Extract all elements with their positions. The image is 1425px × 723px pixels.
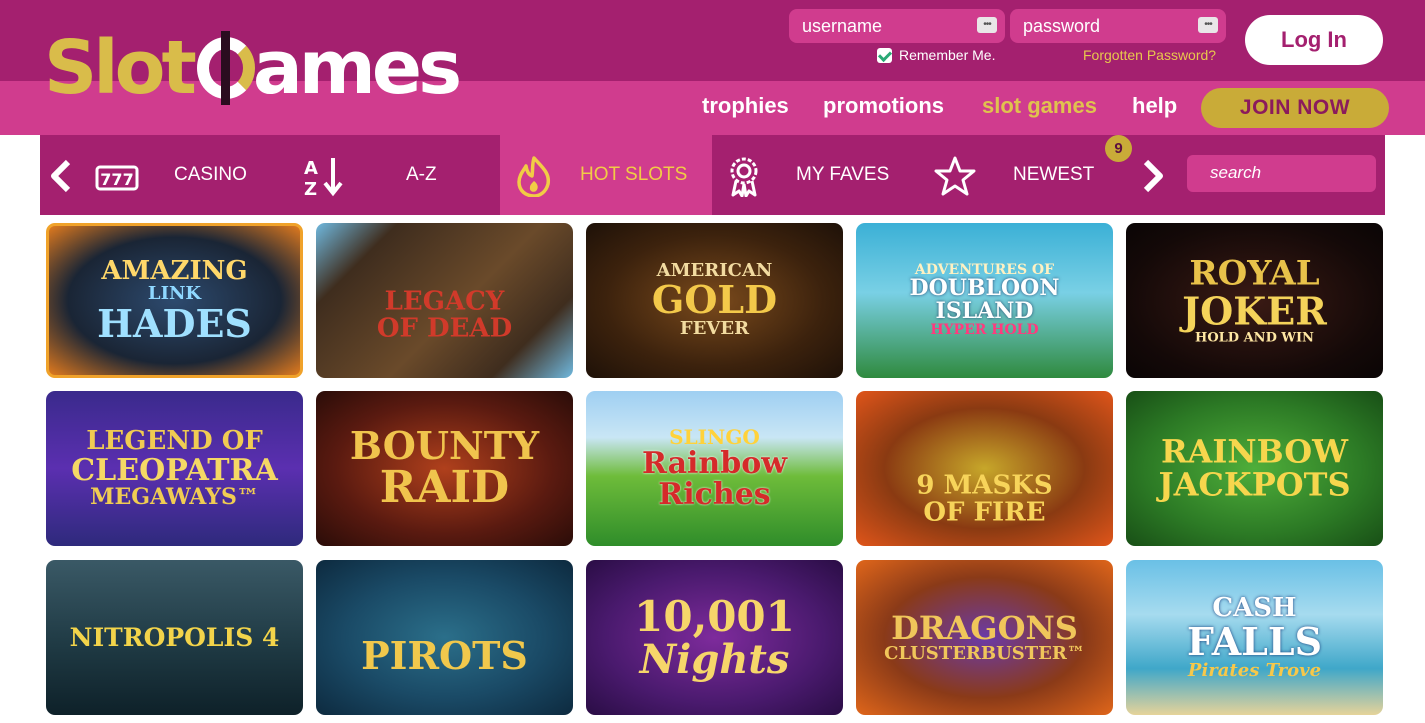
game-title-line2: CLEOPATRA — [71, 452, 278, 488]
search-placeholder: search — [1210, 163, 1262, 182]
logo-text-games: ames — [252, 25, 462, 111]
remember-checkbox[interactable] — [877, 47, 892, 63]
game-title-line2: JACKPOTS — [1158, 465, 1351, 504]
game-title-line1: 10,001 — [634, 591, 795, 641]
game-title-line2: RAID — [379, 462, 510, 514]
password-input[interactable]: password ••• — [1010, 9, 1226, 43]
logo-g-mark-icon — [196, 31, 255, 105]
game-tile-bounty-raid[interactable]: BOUNTY RAID — [316, 391, 573, 546]
category-a-z[interactable]: A-Z — [406, 164, 437, 186]
category-casino[interactable]: CASINO — [174, 164, 247, 186]
chevron-left-icon[interactable] — [48, 159, 74, 193]
nav-promotions[interactable]: promotions — [823, 93, 944, 119]
star-icon[interactable] — [933, 155, 977, 197]
game-tile-royal-joker[interactable]: ROYAL JOKER HOLD AND WIN — [1126, 223, 1383, 378]
game-tile-cash-falls[interactable]: CASH FALLS Pirates Trove — [1126, 560, 1383, 715]
game-title-line1: ROYAL — [1189, 252, 1320, 293]
game-title-line2: DOUBLOON ISLAND — [909, 275, 1060, 325]
game-title-line1: LEGEND OF — [86, 425, 263, 456]
logo-text-slot: Slot — [44, 25, 197, 111]
game-title-line1: CASH — [1212, 592, 1297, 623]
nav-trophies[interactable]: trophies — [702, 93, 789, 119]
game-title-line2: 9 MASKS — [916, 470, 1053, 501]
game-tile-rainbow-jackpots[interactable]: RAINBOW JACKPOTS — [1126, 391, 1383, 546]
login-button[interactable]: Log In — [1245, 15, 1383, 65]
remember-me[interactable]: Remember Me. — [877, 47, 995, 63]
password-manager-icon: ••• — [1198, 17, 1218, 33]
game-title-line2: GOLD — [651, 277, 778, 323]
game-title-line2: LEGACY — [384, 286, 505, 317]
game-title-line3: OF FIRE — [923, 497, 1046, 528]
password-manager-icon: ••• — [977, 17, 997, 33]
svg-text:Z: Z — [304, 179, 317, 197]
newest-count-badge: 9 — [1105, 135, 1132, 162]
slot-777-icon[interactable]: 777 — [94, 155, 140, 197]
game-title-line3: HYPER HOLD — [930, 322, 1039, 339]
svg-text:A: A — [304, 158, 318, 179]
game-title-line2: NITROPOLIS 4 — [69, 622, 280, 652]
username-input[interactable]: username ••• — [789, 9, 1005, 43]
game-title-line2: Nights — [639, 635, 790, 683]
game-tile-amazing-link-hades[interactable]: AMAZING LINK HADES — [46, 223, 303, 378]
game-tile-legacy-of-dead[interactable]: LEGACY OF DEAD — [316, 223, 573, 378]
category-newest[interactable]: NEWEST — [1013, 164, 1094, 186]
game-title-line2: Rainbow — [641, 445, 788, 481]
game-tile-9-masks-of-fire[interactable]: 9 MASKS OF FIRE — [856, 391, 1113, 546]
game-title-line1: SLINGO — [669, 424, 760, 449]
category-my-faves[interactable]: MY FAVES — [796, 164, 889, 186]
game-title-line3: HOLD AND WIN — [1195, 330, 1314, 346]
game-title-line1: BOUNTY — [349, 422, 540, 468]
username-placeholder: username — [802, 16, 883, 36]
category-bar: 777 CASINO A Z A-Z HOT SLOTS MY FAVES NE… — [40, 135, 1385, 215]
category-hot-slots[interactable]: HOT SLOTS — [580, 164, 687, 186]
game-title-line3: OF DEAD — [376, 314, 513, 344]
slotgames-logo[interactable]: Slot ames — [44, 25, 462, 111]
game-title-line3: MEGAWAYS™ — [90, 484, 259, 511]
sort-az-icon[interactable]: A Z — [302, 155, 346, 197]
game-title-line1: DRAGONS — [891, 608, 1078, 647]
game-tile-dragons-clusterbuster[interactable]: DRAGONS CLUSTERBUSTER™ — [856, 560, 1113, 715]
game-tile-doubloon-island[interactable]: ADVENTURES OF DOUBLOON ISLAND HYPER HOLD — [856, 223, 1113, 378]
game-title-line2: CLUSTERBUSTER™ — [884, 642, 1085, 664]
chevron-right-icon[interactable] — [1140, 159, 1166, 193]
award-rosette-icon[interactable] — [722, 155, 766, 197]
game-tile-legend-of-cleopatra[interactable]: LEGEND OF CLEOPATRA MEGAWAYS™ — [46, 391, 303, 546]
game-tile-pirots[interactable]: PIROTS — [316, 560, 573, 715]
game-tile-slingo-rainbow-riches[interactable]: SLINGO Rainbow Riches — [586, 391, 843, 546]
game-title-line3: FEVER — [679, 318, 750, 340]
game-tile-american-gold-fever[interactable]: AMERICAN GOLD FEVER — [586, 223, 843, 378]
game-title-line2: PIROTS — [361, 633, 528, 679]
password-placeholder: password — [1023, 16, 1101, 36]
game-title-line1: RAINBOW — [1160, 431, 1349, 470]
svg-text:777: 777 — [100, 170, 133, 189]
nav-slot-games[interactable]: slot games — [982, 93, 1097, 119]
nav-help[interactable]: help — [1132, 93, 1177, 119]
join-now-button[interactable]: JOIN NOW — [1201, 88, 1389, 128]
game-title-line1: AMAZING — [101, 255, 248, 286]
game-title-line3: HADES — [97, 300, 252, 346]
game-title-line2: JOKER — [1182, 288, 1327, 334]
remember-label: Remember Me. — [899, 47, 996, 63]
game-title-line3: Pirates Trove — [1187, 659, 1322, 681]
game-title-line2: FALLS — [1186, 618, 1323, 664]
game-search-input[interactable]: search — [1187, 155, 1376, 192]
game-tile-nitropolis-4[interactable]: NITROPOLIS 4 — [46, 560, 303, 715]
game-title-line3: Riches — [658, 477, 771, 512]
flame-icon[interactable] — [512, 155, 556, 197]
forgot-password-link[interactable]: Forgotten Password? — [1083, 47, 1216, 63]
game-tile-10001-nights[interactable]: 10,001 Nights — [586, 560, 843, 715]
